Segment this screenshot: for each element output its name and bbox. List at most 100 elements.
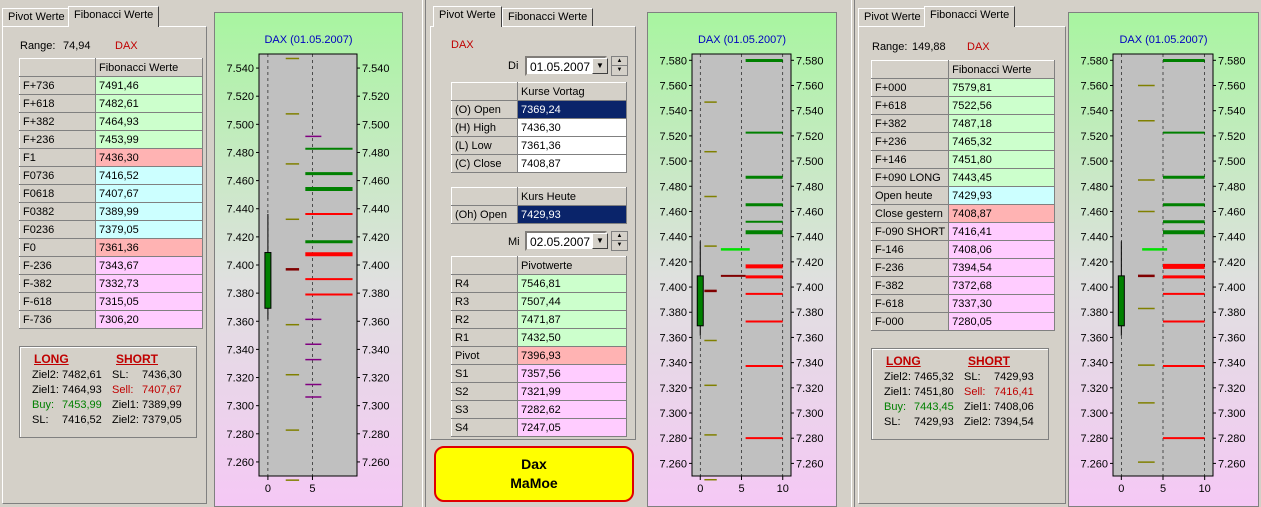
row-value[interactable]: 7321,99 [517,382,627,401]
row-value[interactable]: 7306,20 [95,310,203,329]
table-row[interactable]: F+000 7579,81 [870,78,1055,97]
row-value[interactable]: 7372,68 [948,276,1055,295]
row-value[interactable]: 7369,24 [517,100,627,119]
tab-pivot-werte[interactable]: Pivot Werte [2,8,71,26]
row-value[interactable]: 7408,87 [517,154,627,173]
table-row[interactable]: F0236 7379,05 [19,220,203,239]
table-row[interactable]: S1 7357,56 [451,364,627,383]
row-value[interactable]: 7491,46 [95,76,203,95]
row-value[interactable]: 7408,87 [948,204,1055,223]
tab-fibonacci-werte[interactable]: Fibonacci Werte [502,8,594,26]
table-row[interactable]: F-618 7315,05 [19,292,203,311]
tab-fibonacci-werte[interactable]: Fibonacci Werte [924,6,1016,27]
table-row[interactable]: F+146 7451,80 [870,150,1055,169]
table-row[interactable]: (H) High 7436,30 [451,118,627,137]
row-value[interactable]: 7280,05 [948,312,1055,331]
row-value[interactable]: 7443,45 [948,168,1055,187]
row-value[interactable]: 7315,05 [95,292,203,311]
row-value[interactable]: 7407,67 [95,184,203,203]
table-row[interactable]: F-236 7343,67 [19,256,203,275]
tab-pivot-werte[interactable]: Pivot Werte [858,8,927,26]
row-value[interactable]: 7337,30 [948,294,1055,313]
row-value[interactable]: 7482,61 [95,94,203,113]
row-value[interactable]: 7389,99 [95,202,203,221]
tab-pivot-werte[interactable]: Pivot Werte [433,6,502,27]
table-row[interactable]: Open heute 7429,93 [870,186,1055,205]
row-value[interactable]: 7579,81 [948,78,1055,97]
chevron-down-icon[interactable]: ▼ [592,233,608,249]
row-value[interactable]: 7357,56 [517,364,627,383]
table-row[interactable]: F0618 7407,67 [19,184,203,203]
table-row[interactable]: F+382 7464,93 [19,112,203,131]
arrow-up-icon[interactable]: ▲ [612,232,627,241]
table-row[interactable]: F+618 7522,56 [870,96,1055,115]
row-value[interactable]: 7361,36 [517,136,627,155]
table-row[interactable]: (Oh) Open 7429,93 [451,205,627,224]
arrow-down-icon[interactable]: ▼ [612,241,627,250]
row-value[interactable]: 7471,87 [517,310,627,329]
table-row[interactable]: F-000 7280,05 [870,312,1055,331]
row-value[interactable]: 7394,54 [948,258,1055,277]
table-row[interactable]: F-736 7306,20 [19,310,203,329]
row-value[interactable]: 7432,50 [517,328,627,347]
table-row[interactable]: Close gestern 7408,87 [870,204,1055,223]
date-spinner[interactable]: ▲ ▼ [611,231,628,251]
row-value[interactable]: 7343,67 [95,256,203,275]
table-row[interactable]: R2 7471,87 [451,310,627,329]
table-row[interactable]: F1 7436,30 [19,148,203,167]
table-row[interactable]: Pivot 7396,93 [451,346,627,365]
table-row[interactable]: (C) Close 7408,87 [451,154,627,173]
chevron-down-icon[interactable]: ▼ [592,58,608,74]
row-value[interactable]: 7379,05 [95,220,203,239]
table-row[interactable]: R3 7507,44 [451,292,627,311]
row-value[interactable]: 7416,52 [95,166,203,185]
row-value[interactable]: 7429,93 [948,186,1055,205]
table-row[interactable]: S2 7321,99 [451,382,627,401]
row-value[interactable]: 7436,30 [95,148,203,167]
table-row[interactable]: F-090 SHORT 7416,41 [870,222,1055,241]
table-row[interactable]: (O) Open 7369,24 [451,100,627,119]
table-row[interactable]: F-236 7394,54 [870,258,1055,277]
row-value[interactable]: 7247,05 [517,418,627,437]
row-value[interactable]: 7332,73 [95,274,203,293]
row-value[interactable]: 7465,32 [948,132,1055,151]
table-row[interactable]: F-146 7408,06 [870,240,1055,259]
table-row[interactable]: F+618 7482,61 [19,94,203,113]
row-value[interactable]: 7408,06 [948,240,1055,259]
row-value[interactable]: 7487,18 [948,114,1055,133]
row-value[interactable]: 7282,62 [517,400,627,419]
table-row[interactable]: F+382 7487,18 [870,114,1055,133]
row-value[interactable]: 7522,56 [948,96,1055,115]
table-row[interactable]: F0 7361,36 [19,238,203,257]
table-row[interactable]: (L) Low 7361,36 [451,136,627,155]
row-value[interactable]: 7546,81 [517,274,627,293]
date-spinner[interactable]: ▲ ▼ [611,56,628,76]
row-value[interactable]: 7436,30 [517,118,627,137]
row-value[interactable]: 7507,44 [517,292,627,311]
level-key: Buy: [32,399,55,411]
row-value[interactable]: 7429,93 [517,205,627,224]
y-tick-label: 7.360 [796,332,824,344]
table-row[interactable]: F0382 7389,99 [19,202,203,221]
table-row[interactable]: F+090 LONG 7443,45 [870,168,1055,187]
row-value[interactable]: 7416,41 [948,222,1055,241]
table-row[interactable]: F+736 7491,46 [19,76,203,95]
table-row[interactable]: F-618 7337,30 [870,294,1055,313]
row-value[interactable]: 7453,99 [95,130,203,149]
row-value[interactable]: 7361,36 [95,238,203,257]
table-row[interactable]: S4 7247,05 [451,418,627,437]
table-row[interactable]: F-382 7372,68 [870,276,1055,295]
table-row[interactable]: R4 7546,81 [451,274,627,293]
table-row[interactable]: R1 7432,50 [451,328,627,347]
arrow-down-icon[interactable]: ▼ [612,66,627,75]
table-row[interactable]: F+236 7465,32 [870,132,1055,151]
table-row[interactable]: S3 7282,62 [451,400,627,419]
table-row[interactable]: F-382 7332,73 [19,274,203,293]
row-value[interactable]: 7396,93 [517,346,627,365]
arrow-up-icon[interactable]: ▲ [612,57,627,66]
row-value[interactable]: 7451,80 [948,150,1055,169]
tab-fibonacci-werte[interactable]: Fibonacci Werte [68,6,160,27]
table-row[interactable]: F+236 7453,99 [19,130,203,149]
table-row[interactable]: F0736 7416,52 [19,166,203,185]
row-value[interactable]: 7464,93 [95,112,203,131]
